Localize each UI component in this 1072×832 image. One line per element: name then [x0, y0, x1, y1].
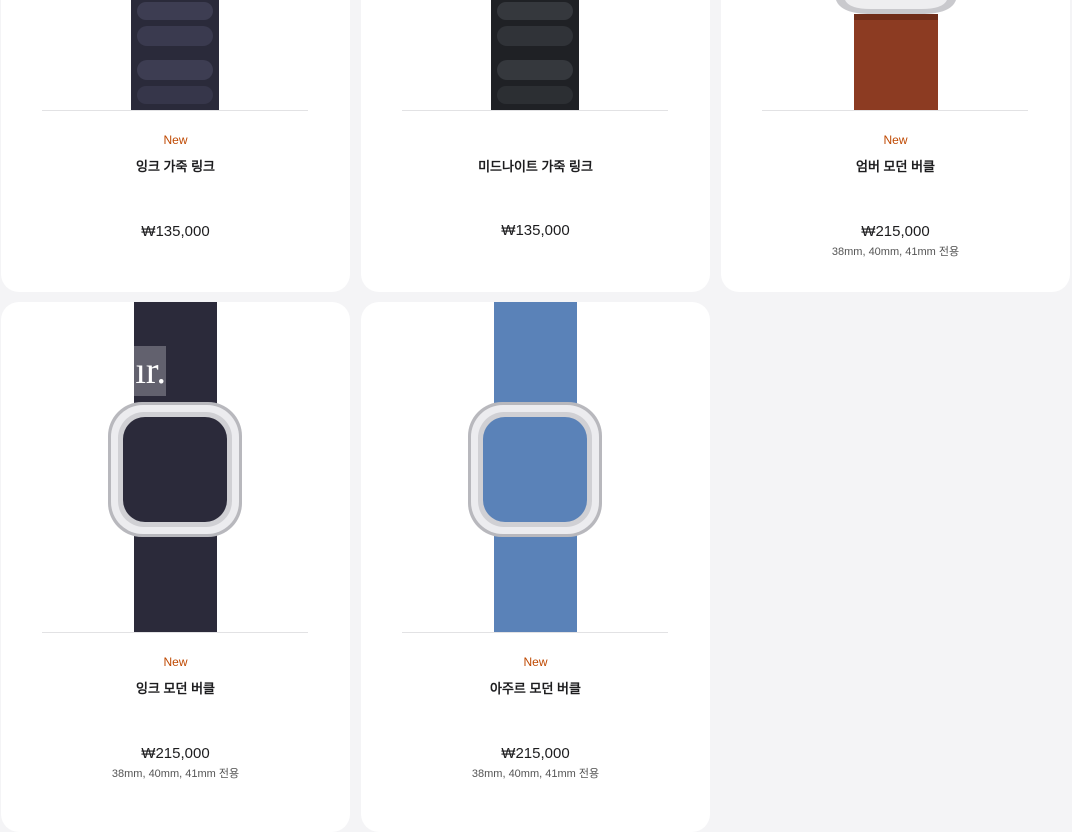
product-card[interactable]: 미드나이트 가죽 링크 ₩135,000: [361, 0, 710, 292]
divider: [402, 110, 668, 111]
product-price: ₩215,000: [141, 745, 210, 762]
product-name[interactable]: 아주르 모던 버클: [361, 680, 710, 698]
product-price: ₩135,000: [141, 223, 210, 240]
size-note: 38mm, 40mm, 41mm 전용: [111, 768, 240, 780]
product-name[interactable]: 잉크 모던 버클: [1, 680, 350, 698]
product-info: New 잉크 모던 버클 ₩215,000 38mm, 40mm, 41mm 전…: [1, 654, 350, 781]
product-name[interactable]: 잉크 가죽 링크: [1, 158, 350, 176]
product-card[interactable]: New 잉크 가죽 링크 ₩135,000: [1, 0, 350, 292]
new-badge: New: [163, 655, 188, 669]
new-badge: New: [163, 133, 188, 147]
product-price: ₩135,000: [501, 222, 570, 239]
product-info: New 잉크 가죽 링크 ₩135,000: [1, 132, 350, 242]
product-image[interactable]: [361, 0, 710, 110]
product-card[interactable]: New 엄버 모던 버클 ₩215,000 38mm, 40mm, 41mm 전…: [721, 0, 1070, 292]
new-badge: New: [523, 655, 548, 669]
size-note: 38mm, 40mm, 41mm 전용: [831, 246, 960, 258]
overlay-text-fragment: ır.: [134, 346, 166, 396]
product-image[interactable]: ır.: [1, 302, 350, 632]
product-info: New 아주르 모던 버클 ₩215,000 38mm, 40mm, 41mm …: [361, 654, 710, 781]
product-name[interactable]: 미드나이트 가죽 링크: [361, 158, 710, 176]
divider: [42, 110, 308, 111]
product-image[interactable]: [721, 0, 1070, 110]
product-info: New 엄버 모던 버클 ₩215,000 38mm, 40mm, 41mm 전…: [721, 132, 1070, 259]
product-info: 미드나이트 가죽 링크 ₩135,000: [361, 132, 710, 241]
divider: [402, 632, 668, 633]
product-card[interactable]: New 아주르 모던 버클 ₩215,000 38mm, 40mm, 41mm …: [361, 302, 710, 832]
product-card[interactable]: ır. New 잉크 모던 버클 ₩215,000 38mm, 40mm, 41…: [1, 302, 350, 832]
size-note: 38mm, 40mm, 41mm 전용: [471, 768, 600, 780]
divider: [42, 632, 308, 633]
divider: [762, 110, 1028, 111]
product-price: ₩215,000: [861, 223, 930, 240]
product-image[interactable]: [361, 302, 710, 632]
product-image[interactable]: [1, 0, 350, 110]
new-badge: New: [883, 133, 908, 147]
product-name[interactable]: 엄버 모던 버클: [721, 158, 1070, 176]
product-price: ₩215,000: [501, 745, 570, 762]
